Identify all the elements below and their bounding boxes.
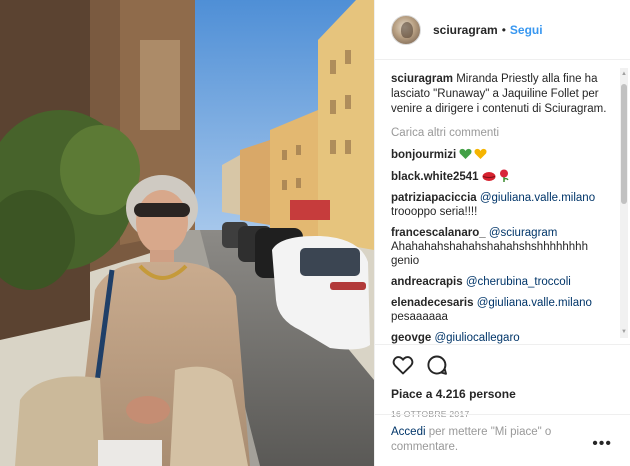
comment-username[interactable]: francescalanaro_ [391,227,486,239]
load-more-comments-button[interactable]: Carica altri commenti [391,127,612,139]
heart-outline-icon[interactable] [391,353,415,377]
more-options-icon[interactable]: ••• [592,436,612,452]
post-caption: sciuragram Miranda Priestly alla fine ha… [391,72,612,117]
comment-item: andreacrapis @cherubina_troccoli [391,275,612,289]
comment-username[interactable]: andreacrapis [391,276,463,288]
post-header: sciuragram • Segui [375,0,630,60]
comments-scrollbar[interactable]: ▲ ▼ [620,68,628,338]
comment-item: francescalanaro_ @sciuragram Ahahahahsha… [391,226,612,268]
green-heart-emoji-icon [459,148,472,159]
comment-username[interactable]: bonjourmizi [391,149,456,161]
comment-username[interactable]: patriziapaciccia [391,192,477,204]
comment-item: bonjourmizi [391,148,612,162]
likes-count[interactable]: Piace a 4.216 persone [391,387,614,401]
post-actions: Piace a 4.216 persone 16 OTTOBRE 2017 [375,344,630,419]
post-side-panel: sciuragram • Segui sciuragram Miranda Pr… [374,0,630,466]
scroll-up-icon[interactable]: ▲ [620,70,628,78]
post-photo[interactable] [0,0,374,466]
street-photo-illustration [0,0,374,466]
comment-mention[interactable]: @giuliocallegaro [434,332,519,344]
avatar[interactable] [391,14,421,45]
yellow-heart-emoji-icon [474,148,487,159]
lips-emoji-icon [482,172,496,181]
login-link[interactable]: Accedi [391,426,426,438]
header-separator: • [501,22,506,37]
follow-button[interactable]: Segui [510,23,543,37]
comment-mention[interactable]: @giuliana.valle.milano [477,297,592,309]
comment-text: pesaaaaaa [391,311,448,323]
comment-mention[interactable]: @giuliana.valle.milano [480,192,595,204]
caption-username[interactable]: sciuragram [391,73,453,85]
scroll-down-icon[interactable]: ▼ [620,328,628,336]
comments-list[interactable]: sciuragram Miranda Priestly alla fine ha… [375,62,618,344]
header-username[interactable]: sciuragram [433,23,498,37]
rose-emoji-icon [499,169,509,182]
comment-item: elenadecesaris @giuliana.valle.milano pe… [391,296,612,324]
scrollbar-thumb[interactable] [621,84,627,204]
comment-username[interactable]: black.white2541 [391,171,479,183]
speech-bubble-icon[interactable] [425,353,449,377]
comment-text: troooppo seria!!!! [391,206,478,218]
comment-item: black.white2541 [391,169,612,184]
comment-item: patriziapaciccia @giuliana.valle.milano … [391,191,612,219]
comment-mention[interactable]: @sciuragram [489,227,558,239]
comment-username[interactable]: elenadecesaris [391,297,473,309]
comment-username[interactable]: geovge [391,332,431,344]
login-prompt: Accedi per mettere "Mi piace" o commenta… [375,414,630,466]
comment-text: Ahahahahshahahshahahshshhhhhhhh genio [391,241,588,267]
comment-mention[interactable]: @cherubina_troccoli [466,276,571,288]
comment-item: geovge @giuliocallegaro [391,331,612,344]
